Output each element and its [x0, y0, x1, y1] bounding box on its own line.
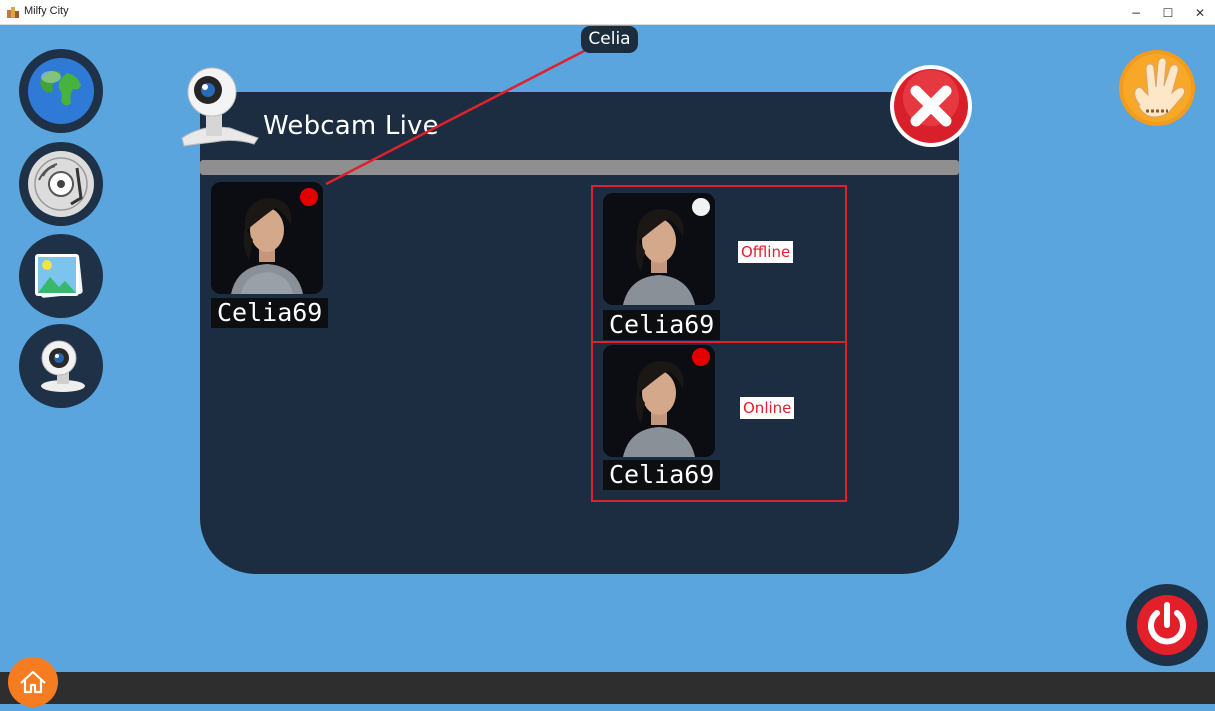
photo-gallery-icon — [35, 254, 83, 298]
minimize-button[interactable]: − — [1119, 0, 1153, 25]
globe-icon — [28, 58, 94, 124]
window-titlebar: Milfy City − ☐ ✕ — [0, 0, 1215, 25]
contact-name: Celia69 — [211, 298, 329, 328]
status-dot-offline — [692, 198, 710, 216]
status-dot-online — [300, 188, 318, 206]
home-button[interactable] — [8, 657, 58, 707]
vinyl-record-icon — [28, 151, 94, 217]
sidebar-gallery-button[interactable] — [19, 234, 103, 318]
panel-title: Webcam Live — [263, 111, 439, 141]
webcam-title-icon — [181, 67, 259, 147]
bottom-bar — [0, 672, 1215, 704]
contact-tooltip: Celia — [581, 26, 638, 53]
app-icon — [7, 7, 19, 18]
panel-separator — [200, 160, 959, 175]
sidebar-webcam-button[interactable] — [19, 324, 103, 408]
hand-icon — [1119, 50, 1195, 126]
status-dot-online — [692, 348, 710, 366]
webcam-icon — [41, 340, 85, 392]
sidebar-globe-button[interactable] — [19, 49, 103, 133]
power-icon — [1126, 584, 1208, 666]
close-window-button[interactable]: ✕ — [1183, 0, 1215, 25]
home-icon — [8, 657, 58, 707]
sidebar-music-button[interactable] — [19, 142, 103, 226]
annotation-label-offline: Offline — [738, 241, 794, 263]
example-name-offline: Celia69 — [603, 310, 721, 340]
hand-button[interactable] — [1118, 49, 1196, 127]
example-name-online: Celia69 — [603, 460, 721, 490]
close-x-icon — [890, 65, 972, 147]
close-panel-button[interactable] — [889, 64, 973, 148]
window-title: Milfy City — [24, 5, 69, 17]
maximize-button[interactable]: ☐ — [1151, 0, 1185, 25]
annotation-label-online: Online — [740, 397, 795, 419]
power-button[interactable] — [1125, 583, 1209, 667]
